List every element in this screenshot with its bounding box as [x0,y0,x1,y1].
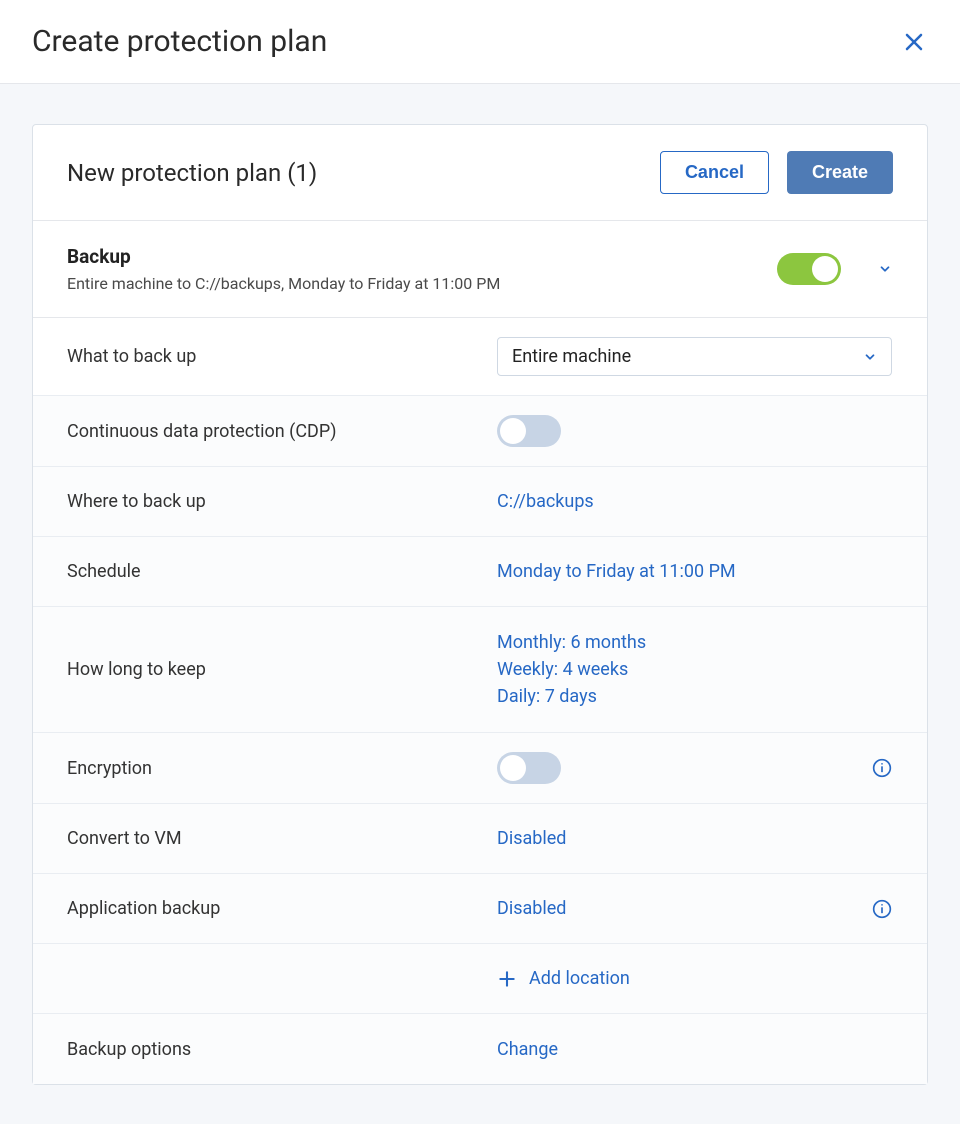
row-encryption: Encryption [33,733,927,804]
backup-collapse-button[interactable] [877,261,893,277]
cdp-label: Continuous data protection (CDP) [67,421,497,442]
cdp-value [497,415,893,447]
backup-header-controls [777,253,893,285]
modal-header: Create protection plan [0,0,960,84]
cancel-button[interactable]: Cancel [660,151,769,194]
row-backup-options: Backup options Change [33,1014,927,1084]
encryption-value [497,752,871,784]
where-label: Where to back up [67,491,497,512]
keep-weekly: Weekly: 4 weeks [497,659,628,680]
create-button[interactable]: Create [787,151,893,194]
add-location-label: Add location [529,968,630,989]
app-backup-info-button[interactable] [871,898,893,920]
chevron-down-icon [863,350,877,364]
encryption-toggle[interactable] [497,752,561,784]
schedule-label: Schedule [67,561,497,582]
add-location-cell: Add location [497,968,893,989]
keep-value[interactable]: Monthly: 6 months Weekly: 4 weeks Daily:… [497,626,893,713]
row-schedule: Schedule Monday to Friday at 11:00 PM [33,537,927,607]
plan-card: New protection plan (1) Cancel Create Ba… [32,124,928,1085]
convert-vm-value[interactable]: Disabled [497,828,893,849]
backup-toggle[interactable] [777,253,841,285]
toggle-knob [500,418,526,444]
what-to-backup-value: Entire machine [512,346,631,367]
row-keep: How long to keep Monthly: 6 months Weekl… [33,607,927,733]
backup-options-value[interactable]: Change [497,1039,893,1060]
row-add-location: Add location [33,944,927,1014]
header-actions: Cancel Create [660,151,893,194]
app-backup-label: Application backup [67,898,497,919]
info-icon [872,899,892,919]
add-location-button[interactable]: Add location [497,968,630,989]
row-cdp: Continuous data protection (CDP) [33,396,927,467]
convert-vm-label: Convert to VM [67,828,497,849]
modal-title: Create protection plan [32,24,327,59]
row-where: Where to back up C://backups [33,467,927,537]
chevron-down-icon [878,262,892,276]
backup-options-label: Backup options [67,1039,497,1060]
plan-card-header: New protection plan (1) Cancel Create [33,125,927,221]
keep-label: How long to keep [67,659,497,680]
encryption-info-button[interactable] [871,757,893,779]
modal-body: New protection plan (1) Cancel Create Ba… [0,84,960,1124]
backup-title: Backup [67,245,500,268]
info-icon [872,758,892,778]
row-convert-vm: Convert to VM Disabled [33,804,927,874]
toggle-knob [812,256,838,282]
row-what-to-backup: What to back up Entire machine [33,318,927,396]
where-value[interactable]: C://backups [497,491,893,512]
encryption-label: Encryption [67,758,497,779]
keep-monthly: Monthly: 6 months [497,632,646,653]
plan-name[interactable]: New protection plan (1) [67,159,317,187]
cdp-toggle[interactable] [497,415,561,447]
backup-summary: Entire machine to C://backups, Monday to… [67,274,500,293]
keep-daily: Daily: 7 days [497,686,597,707]
backup-section-header: Backup Entire machine to C://backups, Mo… [33,221,927,318]
row-app-backup: Application backup Disabled [33,874,927,944]
close-button[interactable] [900,28,928,56]
schedule-value[interactable]: Monday to Friday at 11:00 PM [497,561,893,582]
toggle-knob [500,755,526,781]
what-to-backup-select[interactable]: Entire machine [497,337,892,376]
what-to-backup-label: What to back up [67,346,497,367]
app-backup-value[interactable]: Disabled [497,898,871,919]
plus-icon [497,969,517,989]
backup-header-text: Backup Entire machine to C://backups, Mo… [67,245,500,293]
close-icon [902,30,926,54]
